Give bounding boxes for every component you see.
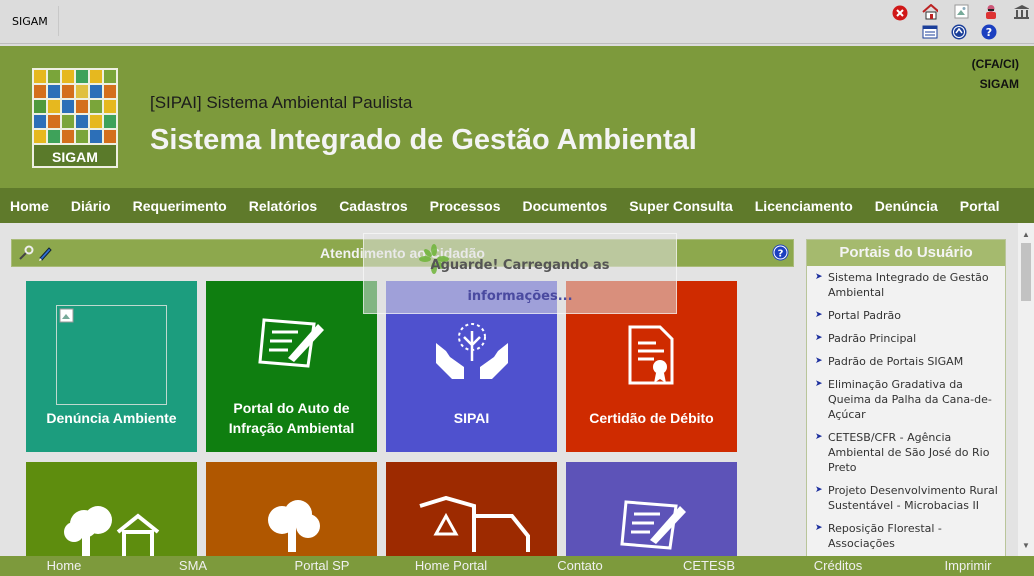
nav-cadastros[interactable]: Cadastros: [328, 198, 418, 214]
tile-denuncia-ambiente[interactable]: Denúncia Ambiente: [26, 281, 197, 452]
nav-denuncia[interactable]: Denúncia: [864, 198, 949, 214]
footer-home[interactable]: Home: [47, 558, 82, 573]
portal-link[interactable]: ➤ Padrão Principal: [815, 331, 999, 346]
footer-home-portal[interactable]: Home Portal: [415, 558, 487, 573]
toolbar-divider: [58, 6, 59, 36]
footer-sma[interactable]: SMA: [179, 558, 207, 573]
tile-row2-1[interactable]: [26, 462, 197, 560]
scroll-thumb[interactable]: [1021, 243, 1031, 301]
loading-overlay: Aguarde! Carregando as informações...: [363, 233, 677, 314]
site-subtitle: [SIPAI] Sistema Ambiental Paulista: [150, 93, 413, 112]
site-footer: Home SMA Portal SP Home Portal Contato C…: [0, 556, 1034, 576]
document-pen-icon: [258, 318, 324, 368]
arrow-bullet-icon: ➤: [815, 310, 823, 320]
tile-label: Certidão de Débito: [589, 410, 714, 426]
nav-documentos[interactable]: Documentos: [511, 198, 618, 214]
nav-super-consulta[interactable]: Super Consulta: [618, 198, 743, 214]
footer-creditos[interactable]: Créditos: [814, 558, 862, 573]
help-icon[interactable]: ?: [772, 244, 789, 266]
nav-processos[interactable]: Processos: [419, 198, 512, 214]
app-name: SIGAM: [12, 15, 48, 28]
footer-portal-sp[interactable]: Portal SP: [295, 558, 350, 573]
loading-message-2: informações...: [467, 289, 573, 304]
broken-image-icon: [56, 305, 167, 405]
up-arrow-icon[interactable]: [951, 24, 967, 40]
portal-link[interactable]: ➤ Projeto Desenvolvimento Rural Sustentáv…: [815, 483, 999, 513]
truck-recycle-icon: [419, 496, 530, 552]
page-scrollbar[interactable]: ▲ ▼: [1018, 223, 1034, 556]
loading-message: Aguarde! Carregando as: [430, 258, 610, 273]
arrow-bullet-icon: ➤: [815, 432, 823, 442]
tile-label: Portal do Auto de Infração Ambiental: [228, 400, 355, 436]
svg-text:?: ?: [986, 26, 992, 39]
arrow-bullet-icon: ➤: [815, 356, 823, 366]
tile-label: SIPAI: [453, 410, 490, 426]
arrow-bullet-icon: ➤: [815, 485, 823, 495]
arrow-bullet-icon: ➤: [815, 523, 823, 533]
hands-tree-icon: [436, 323, 508, 379]
tree-fire-icon: [268, 500, 320, 552]
user-icon[interactable]: [983, 4, 999, 20]
window-icon[interactable]: [922, 24, 938, 40]
nav-requerimento[interactable]: Requerimento: [122, 198, 238, 214]
nav-portal[interactable]: Portal: [949, 198, 1011, 214]
panel-title: Portais do Usuário: [807, 240, 1005, 266]
svg-text:?: ?: [778, 249, 784, 260]
arrow-bullet-icon: ➤: [815, 333, 823, 343]
certificate-icon: [628, 325, 674, 385]
portal-link[interactable]: ➤ Sistema Integrado de Gestão Ambiental: [815, 270, 999, 300]
broken-image-icon[interactable]: [954, 4, 970, 20]
portal-link[interactable]: ➤ Padrão de Portais SIGAM: [815, 354, 999, 369]
close-icon[interactable]: [892, 5, 908, 21]
site-header: SIGAM [SIPAI] Sistema Ambiental Paulista…: [0, 46, 1034, 188]
logo-text: SIGAM: [52, 149, 98, 165]
help-icon[interactable]: ?: [981, 24, 997, 40]
portal-link[interactable]: ➤ Eliminação Gradativa da Queima da Palha…: [815, 377, 999, 422]
scroll-up-icon[interactable]: ▲: [1018, 227, 1034, 243]
nav-licenciamento[interactable]: Licenciamento: [744, 198, 864, 214]
main-nav: Home Diário Requerimento Relatórios Cada…: [0, 188, 1034, 223]
scroll-down-icon[interactable]: ▼: [1018, 538, 1034, 554]
footer-contato[interactable]: Contato: [557, 558, 603, 573]
home-icon[interactable]: [922, 4, 938, 20]
sigam-logo[interactable]: SIGAM: [32, 68, 118, 168]
tile-label: Denúncia Ambiente: [46, 410, 177, 426]
document-pen-icon: [620, 500, 686, 550]
header-org-code: (CFA/CI): [971, 57, 1019, 71]
portal-link[interactable]: ➤ CETESB/CFR - Agência Ambiental de São J…: [815, 430, 999, 475]
arrow-bullet-icon: ➤: [815, 379, 823, 389]
nav-relatorios[interactable]: Relatórios: [238, 198, 328, 214]
portal-link[interactable]: ➤ Reposição Florestal - Associações: [815, 521, 999, 551]
portal-link[interactable]: ➤ Portal Padrão: [815, 308, 999, 323]
trees-house-icon: [64, 506, 160, 560]
user-portals-panel: Portais do Usuário ➤ Sistema Integrado de…: [806, 239, 1006, 559]
nav-diario[interactable]: Diário: [60, 198, 122, 214]
site-title: Sistema Integrado de Gestão Ambiental: [150, 124, 697, 156]
tile-row2-3[interactable]: [386, 462, 557, 556]
tile-row2-4[interactable]: [566, 462, 737, 556]
header-user-info: (CFA/CI) SIGAM: [972, 54, 1019, 94]
tile-portal-auto-infracao[interactable]: Portal do Auto de Infração Ambiental: [206, 281, 377, 452]
header-system-name: SIGAM: [979, 77, 1019, 91]
nav-home[interactable]: Home: [0, 198, 60, 214]
institution-icon[interactable]: [1013, 4, 1029, 20]
footer-imprimir[interactable]: Imprimir: [945, 558, 992, 573]
tile-row2-2[interactable]: [206, 462, 377, 556]
arrow-bullet-icon: ➤: [815, 272, 823, 282]
footer-cetesb[interactable]: CETESB: [683, 558, 735, 573]
top-toolbar: SIGAM ?: [0, 0, 1034, 44]
